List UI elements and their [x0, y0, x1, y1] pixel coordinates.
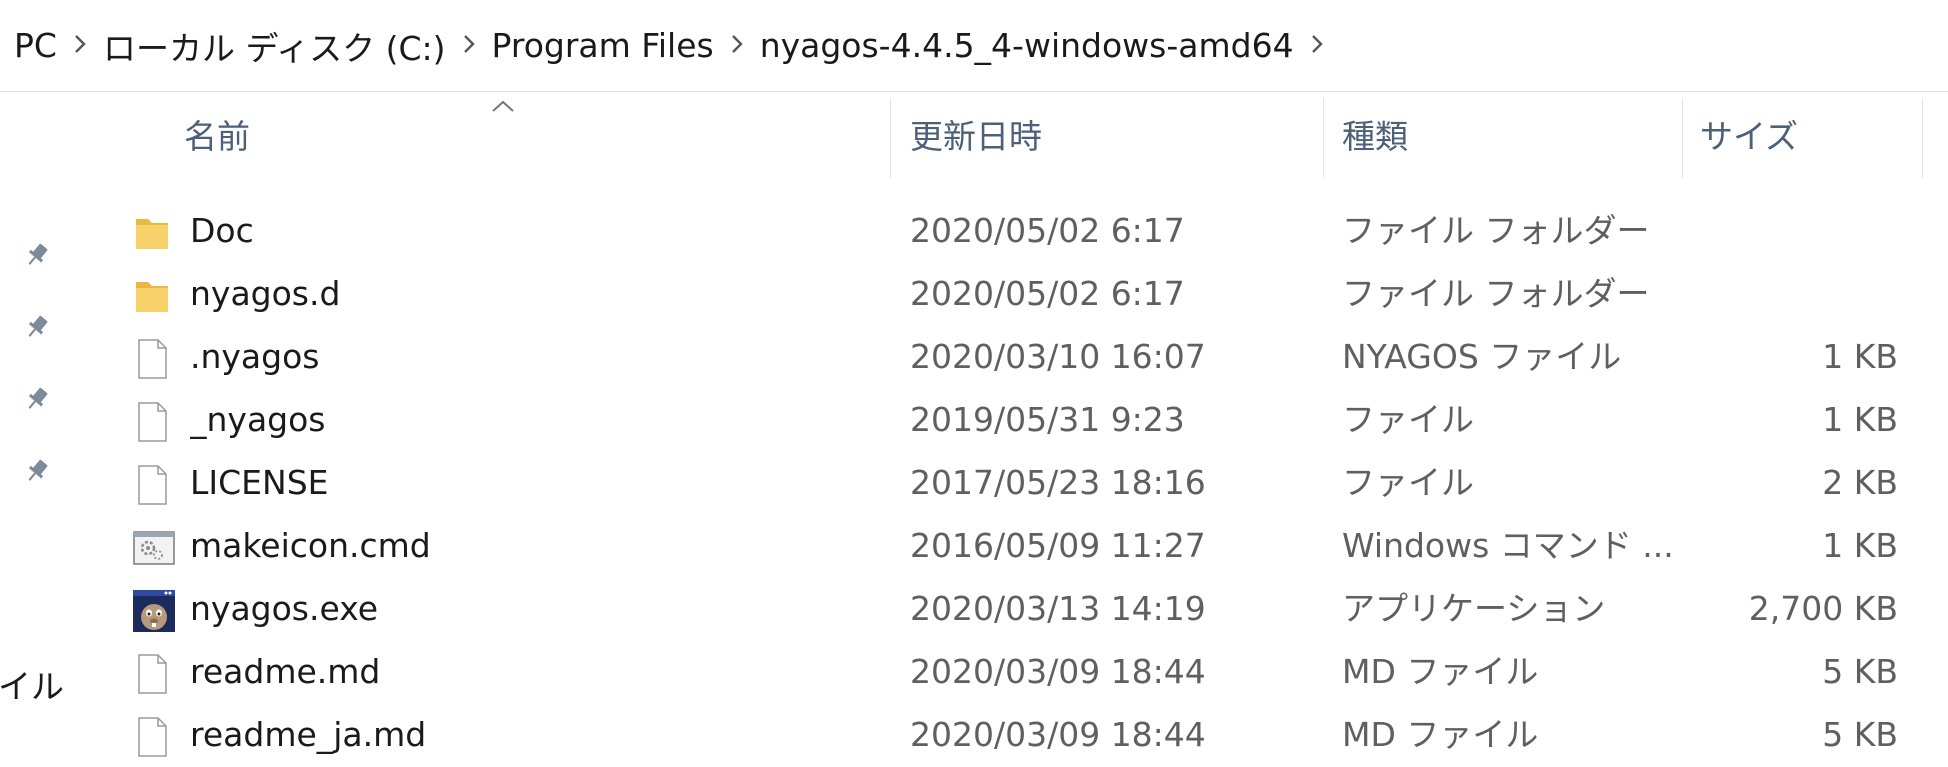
chevron-right-icon[interactable]: [714, 29, 760, 59]
navigation-pane: ファイル: [0, 92, 70, 761]
file-row[interactable]: _nyagos 2019/05/31 9:23 ファイル 1 KB: [70, 388, 1900, 451]
file-row[interactable]: .nyagos 2020/03/10 16:07 NYAGOS ファイル 1 K…: [70, 325, 1900, 388]
file-size: [1610, 262, 1898, 325]
file-icon: [132, 463, 172, 507]
column-header-size[interactable]: サイズ: [1700, 92, 1900, 176]
pin-icon[interactable]: [22, 456, 52, 486]
file-row[interactable]: makeicon.cmd 2016/05/09 11:27 Windows コマ…: [70, 514, 1900, 577]
column-divider[interactable]: [1323, 98, 1324, 178]
nav-item-partial-label[interactable]: ファイル: [0, 660, 64, 708]
file-name: makeicon.cmd: [190, 526, 431, 565]
pin-icon[interactable]: [22, 240, 52, 270]
breadcrumb: PC ローカル ディスク (C:) Program Files nyagos-4…: [0, 0, 1948, 92]
file-size: 2 KB: [1822, 463, 1898, 502]
file-date: 2016/05/09 11:27: [910, 526, 1206, 565]
file-row[interactable]: nyagos.d 2020/05/02 6:17 ファイル フォルダー: [70, 262, 1900, 325]
column-header-type[interactable]: 種類: [1342, 92, 1682, 176]
file-name: LICENSE: [190, 463, 329, 502]
file-list: 名前 更新日時 種類 サイズ Doc 2020/05/02 6:17 ファイル …: [70, 92, 1948, 761]
breadcrumb-item-nyagos-folder[interactable]: nyagos-4.4.5_4-windows-amd64: [760, 26, 1294, 65]
column-divider[interactable]: [1682, 98, 1683, 178]
breadcrumb-item-program-files[interactable]: Program Files: [492, 26, 714, 65]
file-date: 2020/03/09 18:44: [910, 715, 1206, 754]
file-name: _nyagos: [190, 400, 326, 439]
file-date: 2020/05/02 6:17: [910, 274, 1185, 313]
file-name: readme.md: [190, 652, 381, 691]
pin-icon[interactable]: [22, 384, 52, 414]
breadcrumb-item-pc[interactable]: PC: [14, 26, 57, 65]
file-name: Doc: [190, 211, 254, 250]
column-header-date[interactable]: 更新日時: [910, 92, 1340, 176]
file-row[interactable]: nyagos.exe 2020/03/13 14:19 アプリケーション 2,7…: [70, 577, 1900, 640]
column-header-name-label: 名前: [184, 117, 250, 156]
file-row[interactable]: Doc 2020/05/02 6:17 ファイル フォルダー: [70, 199, 1900, 262]
chevron-right-icon[interactable]: [1294, 29, 1340, 59]
file-size: 1 KB: [1822, 337, 1898, 376]
file-date: 2019/05/31 9:23: [910, 400, 1185, 439]
file-size: 5 KB: [1822, 715, 1898, 754]
file-name: readme_ja.md: [190, 715, 427, 754]
chevron-right-icon[interactable]: [57, 29, 103, 59]
file-name: .nyagos: [190, 337, 320, 376]
file-icon: [132, 715, 172, 759]
file-size: 1 KB: [1822, 400, 1898, 439]
folder-icon: [132, 274, 172, 318]
app-exe-icon: [132, 589, 175, 633]
file-date: 2020/03/09 18:44: [910, 652, 1206, 691]
column-header-type-label: 種類: [1342, 117, 1408, 156]
file-date: 2020/03/10 16:07: [910, 337, 1206, 376]
column-header-date-label: 更新日時: [910, 117, 1042, 156]
file-row[interactable]: readme.md 2020/03/09 18:44 MD ファイル 5 KB: [70, 640, 1900, 703]
file-size: 5 KB: [1822, 652, 1898, 691]
file-icon: [132, 337, 172, 381]
file-size: [1610, 199, 1898, 262]
file-name: nyagos.exe: [190, 589, 379, 628]
column-header-size-label: サイズ: [1700, 117, 1799, 156]
file-row[interactable]: LICENSE 2017/05/23 18:16 ファイル 2 KB: [70, 451, 1900, 514]
chevron-right-icon[interactable]: [446, 29, 492, 59]
column-header-name[interactable]: 名前: [128, 92, 958, 176]
cmd-script-icon: [132, 526, 175, 570]
file-size: 2,700 KB: [1748, 589, 1898, 628]
file-name: nyagos.d: [190, 274, 341, 313]
file-icon: [132, 652, 172, 696]
file-date: 2020/05/02 6:17: [910, 211, 1185, 250]
breadcrumb-item-local-disk[interactable]: ローカル ディスク (C:): [103, 22, 446, 70]
folder-icon: [132, 211, 172, 255]
file-icon: [132, 400, 172, 444]
column-divider[interactable]: [1922, 98, 1923, 178]
column-divider[interactable]: [890, 98, 891, 178]
file-date: 2020/03/13 14:19: [910, 589, 1206, 628]
file-row[interactable]: readme_ja.md 2020/03/09 18:44 MD ファイル 5 …: [70, 703, 1900, 766]
pin-icon[interactable]: [22, 312, 52, 342]
file-size: 1 KB: [1822, 526, 1898, 565]
file-date: 2017/05/23 18:16: [910, 463, 1206, 502]
